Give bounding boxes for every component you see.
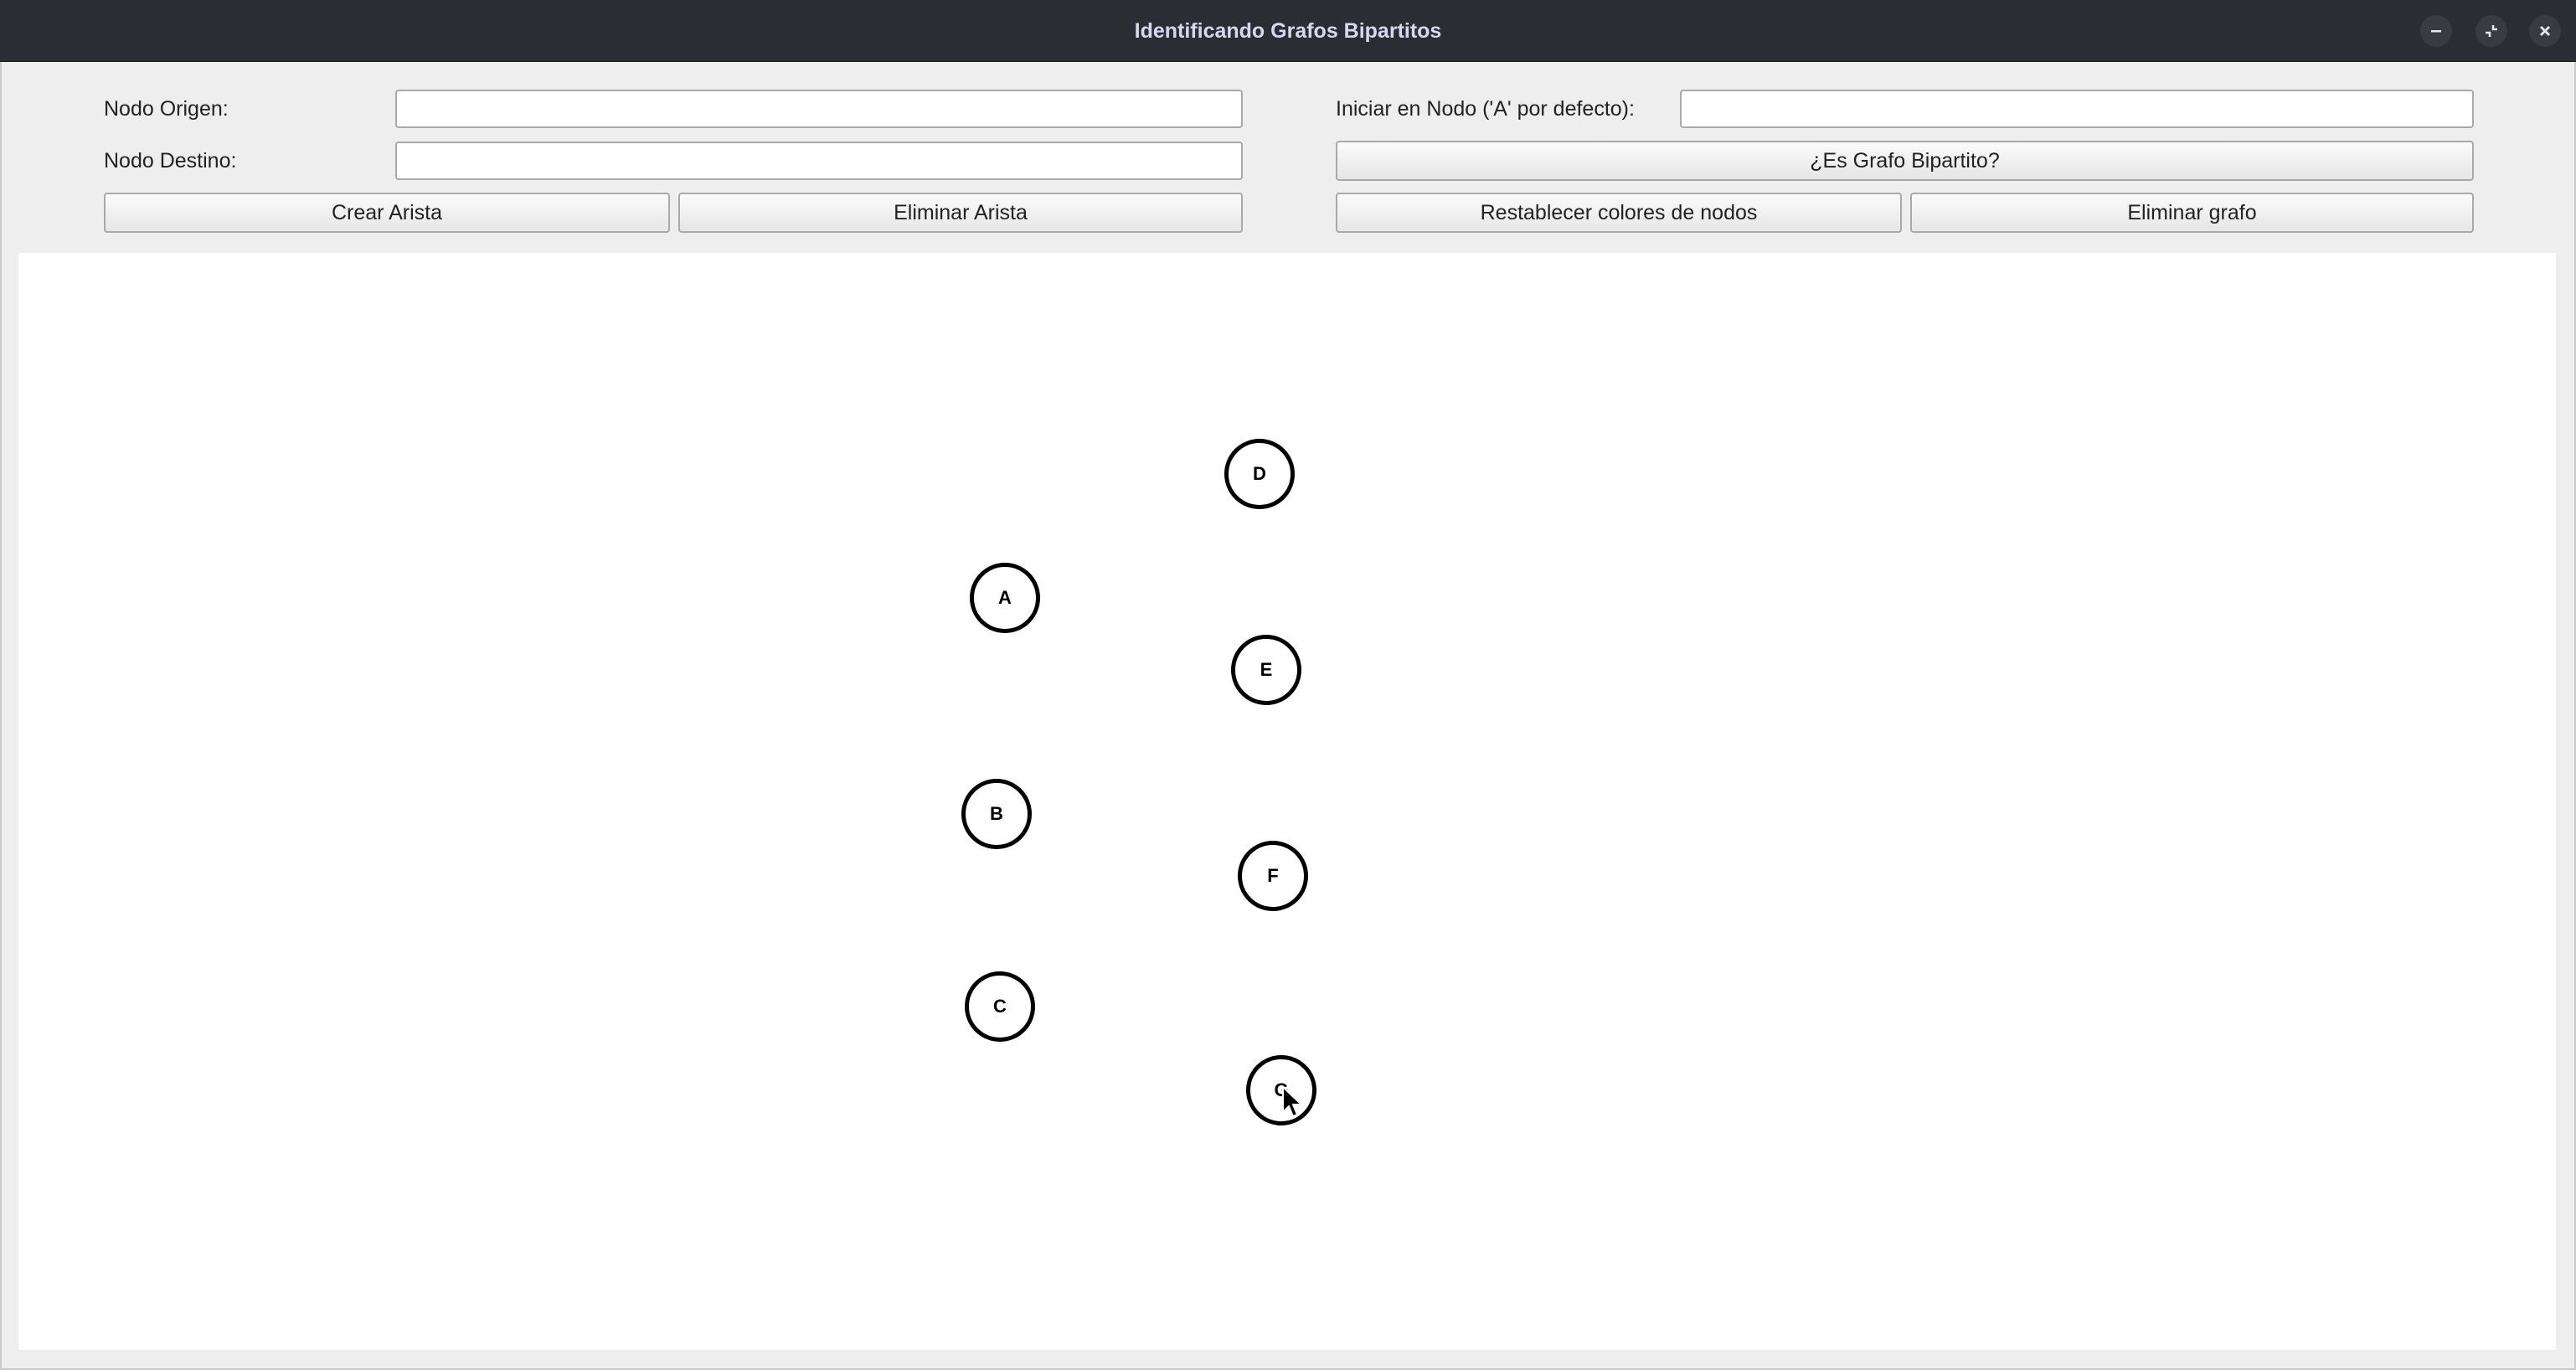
restore-icon[interactable] bbox=[2476, 15, 2507, 47]
reset-colors-button[interactable]: Restablecer colores de nodos bbox=[1336, 193, 1902, 233]
window-title: Identificando Grafos Bipartitos bbox=[1134, 19, 1442, 43]
graph-node-e[interactable]: E bbox=[1231, 635, 1301, 705]
minimize-icon[interactable] bbox=[2420, 15, 2452, 47]
delete-graph-button[interactable]: Eliminar grafo bbox=[1910, 193, 2474, 233]
graph-node-b[interactable]: B bbox=[961, 779, 1032, 849]
dest-node-input[interactable] bbox=[395, 142, 1243, 180]
title-bar[interactable]: Identificando Grafos Bipartitos bbox=[0, 0, 2576, 62]
check-bipartite-button[interactable]: ¿Es Grafo Bipartito? bbox=[1336, 141, 2474, 181]
origin-node-label: Nodo Origen: bbox=[104, 97, 229, 121]
start-node-label: Iniciar en Nodo ('A' por defecto): bbox=[1336, 97, 1635, 121]
graph-node-d[interactable]: D bbox=[1224, 439, 1295, 509]
start-node-input[interactable] bbox=[1680, 90, 2474, 128]
graph-node-a[interactable]: A bbox=[970, 563, 1040, 633]
dest-node-label: Nodo Destino: bbox=[104, 149, 237, 173]
delete-edge-button[interactable]: Eliminar Arista bbox=[678, 193, 1243, 233]
origin-node-input[interactable] bbox=[395, 90, 1243, 128]
create-edge-button[interactable]: Crear Arista bbox=[104, 193, 670, 233]
mouse-pointer-icon bbox=[1282, 1086, 1302, 1117]
graph-node-f[interactable]: F bbox=[1238, 841, 1308, 911]
close-icon[interactable] bbox=[2529, 15, 2561, 47]
graph-canvas[interactable]: D A E B F C G bbox=[18, 253, 2556, 1350]
graph-node-c[interactable]: C bbox=[965, 971, 1035, 1042]
